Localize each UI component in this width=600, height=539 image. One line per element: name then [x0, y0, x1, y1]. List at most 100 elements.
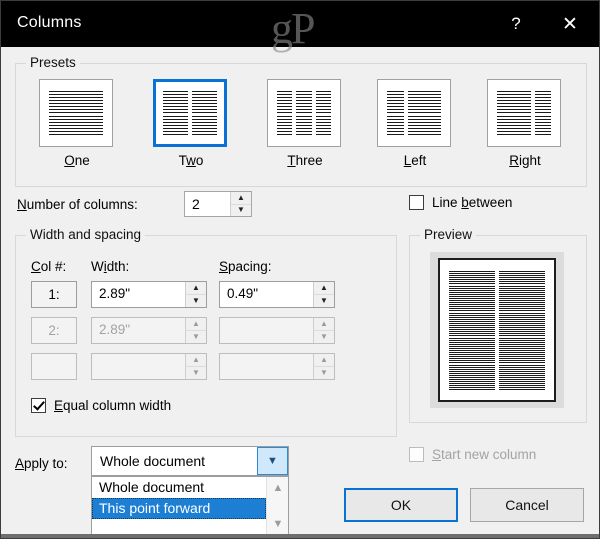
preview-text-line [499, 379, 545, 381]
dropdown-option-1[interactable]: This point forward [92, 498, 266, 519]
preset-sketch-line [192, 127, 217, 129]
preset-sketch-line [49, 97, 103, 99]
preview-text-line [449, 358, 495, 360]
preset-right[interactable]: Right [487, 79, 563, 168]
caret-down-icon[interactable]: ▼ [314, 295, 334, 307]
apply-to-label: Apply to: [15, 456, 68, 471]
preset-sketch-line [192, 109, 217, 111]
ok-button[interactable]: OK [344, 488, 458, 522]
preset-sketch-line [163, 100, 188, 102]
chevron-down-icon[interactable]: ▼ [267, 515, 289, 533]
preview-text-line [449, 368, 495, 370]
preview-text-line [449, 320, 495, 322]
preview-text-line [499, 275, 545, 277]
preview-text-line [499, 325, 545, 327]
preview-text-line [449, 345, 495, 347]
width-input-row-2: 2.89" ▲ ▼ [91, 317, 207, 344]
preset-sketch-line [163, 97, 188, 99]
preview-text-line [499, 358, 545, 360]
preview-text-line [449, 374, 495, 376]
preset-left[interactable]: Left [377, 79, 453, 168]
preset-sketch-line [296, 115, 312, 117]
preset-sketch-line [277, 91, 293, 92]
preset-sketch-line [497, 124, 531, 126]
preview-text-line [449, 283, 495, 285]
preview-text-line [499, 293, 545, 295]
preset-sketch-line [277, 133, 293, 135]
preview-text-line [499, 356, 545, 358]
preview-text-line [449, 387, 495, 389]
line-between-checkbox[interactable]: Line between [409, 195, 512, 210]
preview-text-line [449, 312, 495, 314]
preset-two[interactable]: Two [153, 79, 229, 168]
number-of-columns-spinner[interactable]: 2 ▲ ▼ [184, 191, 252, 217]
spacing-input-row-1[interactable]: 0.49" ▲ ▼ [219, 281, 335, 308]
preset-sketch-line [534, 127, 551, 129]
help-button[interactable]: ? [493, 1, 539, 47]
caret-up-icon[interactable]: ▲ [314, 282, 334, 295]
preset-sketch-line [192, 103, 217, 105]
preset-sketch-line [534, 121, 551, 123]
preview-canvas [430, 252, 564, 408]
preset-sketch-column [497, 91, 531, 135]
apply-to-dropdown-list[interactable]: Whole document This point forward ▲ ▼ [91, 476, 289, 536]
preset-sketch-line [534, 106, 551, 108]
preview-text-line [449, 335, 495, 337]
chevron-down-icon[interactable]: ▼ [257, 447, 288, 475]
preview-text-line [449, 300, 495, 302]
preset-sketch-line [407, 94, 441, 96]
chevron-up-icon[interactable]: ▲ [267, 479, 289, 497]
equal-column-width-checkbox[interactable]: Equal column width [31, 398, 171, 413]
preset-sketch-line [296, 127, 312, 129]
preset-sketch-line [315, 115, 331, 117]
preview-text-line [449, 277, 495, 279]
preset-sketch-line [387, 121, 404, 123]
preset-column-sketch [277, 91, 331, 135]
dropdown-option-0[interactable]: Whole document [92, 477, 266, 498]
preset-sketch-line [277, 100, 293, 102]
preset-sketch-line [534, 91, 551, 92]
preset-sketch-line [534, 124, 551, 126]
preset-sketch-line [49, 127, 103, 129]
width-input-row-1[interactable]: 2.89" ▲ ▼ [91, 281, 207, 308]
accel-char: C [31, 259, 41, 274]
preset-sketch-line [407, 127, 441, 129]
caret-down-icon[interactable]: ▼ [186, 295, 206, 307]
caret-up-icon[interactable]: ▲ [231, 192, 251, 205]
preview-text-line [499, 381, 545, 383]
preset-sketch-line [407, 121, 441, 123]
preset-sketch-line [497, 133, 531, 135]
preset-sketch-line [534, 94, 551, 96]
preview-group-label: Preview [420, 227, 477, 242]
preview-text-line [499, 370, 545, 372]
preset-three[interactable]: Three [267, 79, 343, 168]
preset-sketch-line [407, 97, 441, 99]
dropdown-scrollbar[interactable]: ▲ ▼ [266, 477, 288, 535]
preview-text-line [499, 352, 545, 354]
preset-sketch-line [49, 130, 103, 132]
preview-text-line [449, 339, 495, 341]
preview-text-line [449, 291, 495, 293]
preset-label: Left [403, 153, 427, 168]
close-button[interactable]: ✕ [547, 1, 593, 47]
spinner-buttons: ▲ ▼ [185, 282, 206, 307]
preview-text-line [499, 285, 545, 287]
preview-text-line [499, 289, 545, 291]
preset-sketch-column [163, 91, 188, 135]
preset-sketch-line [192, 121, 217, 123]
preview-text-line [449, 293, 495, 295]
apply-to-combobox[interactable]: Whole document ▼ [91, 446, 289, 476]
cancel-button[interactable]: Cancel [470, 488, 584, 522]
caret-down-icon[interactable]: ▼ [231, 205, 251, 217]
question-mark-icon: ? [511, 14, 521, 33]
preset-one[interactable]: One [39, 79, 115, 168]
preview-text-line [449, 279, 495, 281]
number-of-columns-label: Number of columns: [17, 197, 138, 212]
preview-text-line [449, 318, 495, 320]
caret-up-icon[interactable]: ▲ [186, 282, 206, 295]
preview-text-line [449, 370, 495, 372]
width-input-row-3: ▲ ▼ [91, 353, 207, 380]
preset-sketch-line [192, 91, 217, 92]
preview-text-line [449, 366, 495, 368]
preset-sketch-line [387, 109, 404, 111]
